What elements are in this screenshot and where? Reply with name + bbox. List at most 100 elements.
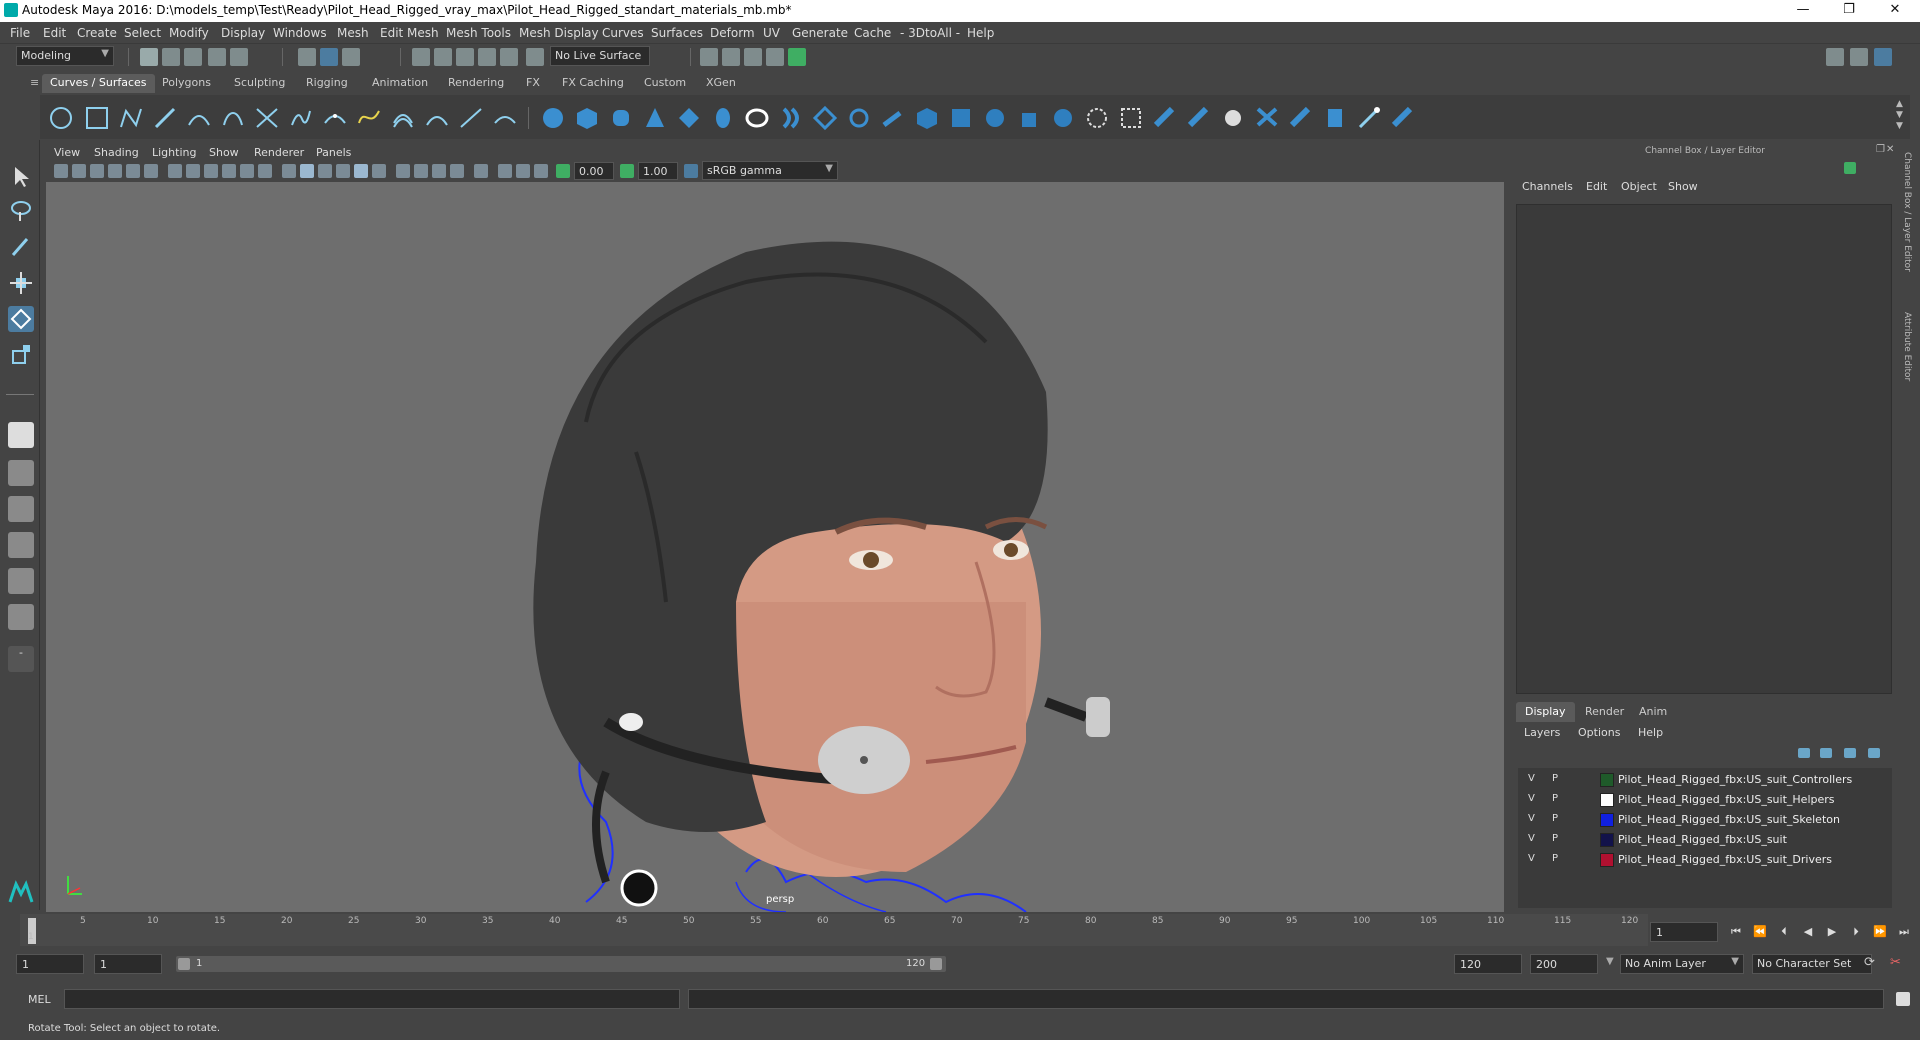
select-tool-icon[interactable] bbox=[8, 164, 34, 190]
range-end-handle[interactable] bbox=[930, 958, 942, 970]
view-transform-dropdown[interactable]: sRGB gamma ▼ bbox=[702, 161, 838, 180]
align-surfaces-icon[interactable] bbox=[1220, 105, 1246, 131]
trim-tool-icon[interactable] bbox=[1084, 105, 1110, 131]
gamma-field[interactable]: 1.00 bbox=[638, 162, 678, 180]
x-ray-icon[interactable] bbox=[498, 164, 512, 178]
step-back-frame-icon[interactable]: ⏪ bbox=[1752, 925, 1768, 939]
shelf-tab-sculpting[interactable]: Sculpting bbox=[226, 74, 293, 93]
film-gate-icon[interactable] bbox=[186, 164, 200, 178]
viewport-menu-renderer[interactable]: Renderer bbox=[254, 146, 304, 159]
render-settings-icon[interactable] bbox=[766, 48, 784, 66]
image-plane-icon[interactable] bbox=[108, 164, 122, 178]
wireframe-on-shaded-icon[interactable] bbox=[318, 164, 332, 178]
single-perspective-layout-icon[interactable] bbox=[8, 422, 34, 448]
untrim-icon[interactable] bbox=[1118, 105, 1144, 131]
loft-icon[interactable] bbox=[778, 105, 804, 131]
arc-tool-icon[interactable] bbox=[220, 105, 246, 131]
menu-windows[interactable]: Windows bbox=[273, 26, 327, 40]
shadows-icon[interactable] bbox=[396, 164, 410, 178]
textured-icon[interactable] bbox=[354, 164, 368, 178]
layer-color-swatch[interactable] bbox=[1600, 813, 1614, 827]
surface-editing-icon[interactable] bbox=[1390, 105, 1416, 131]
color-management-icon[interactable] bbox=[684, 164, 698, 178]
motion-blur-icon[interactable] bbox=[432, 164, 446, 178]
boundary-icon[interactable] bbox=[948, 105, 974, 131]
script-editor-icon[interactable] bbox=[1896, 992, 1910, 1006]
save-scene-icon[interactable] bbox=[184, 48, 202, 66]
menu-3dtoall[interactable]: - 3DtoAll - bbox=[900, 26, 960, 40]
isolate-select-icon[interactable] bbox=[474, 164, 488, 178]
character-set-dropdown[interactable]: No Character Set bbox=[1752, 954, 1872, 974]
outliner-persp-layout-icon[interactable] bbox=[8, 604, 34, 630]
cv-curve-icon[interactable] bbox=[118, 105, 144, 131]
x-ray-joints-icon[interactable] bbox=[534, 164, 548, 178]
live-surface-field[interactable]: No Live Surface bbox=[550, 46, 650, 66]
safe-action-icon[interactable] bbox=[258, 164, 272, 178]
toggle-attribute-editor-icon[interactable] bbox=[1850, 48, 1868, 66]
offset-curve-icon[interactable] bbox=[390, 105, 416, 131]
command-input[interactable] bbox=[64, 989, 680, 1009]
side-tab-channel-box[interactable]: Channel Box / Layer Editor bbox=[1902, 152, 1912, 272]
layer-playback-toggle[interactable]: P bbox=[1552, 813, 1558, 824]
menu-edit-mesh[interactable]: Edit Mesh bbox=[380, 26, 439, 40]
layer-color-swatch[interactable] bbox=[1600, 793, 1614, 807]
scale-tool-icon[interactable] bbox=[8, 342, 34, 368]
new-layer-selected-icon[interactable] bbox=[1868, 748, 1880, 758]
nurbs-cone-icon[interactable] bbox=[642, 105, 668, 131]
menu-select[interactable]: Select bbox=[124, 26, 161, 40]
object-menu[interactable]: Object bbox=[1621, 180, 1657, 193]
paint-select-tool-icon[interactable] bbox=[8, 234, 34, 260]
make-live-icon[interactable] bbox=[526, 48, 544, 66]
layer-color-swatch[interactable] bbox=[1600, 773, 1614, 787]
go-to-end-icon[interactable]: ⏭ bbox=[1896, 925, 1912, 939]
menu-generate[interactable]: Generate bbox=[792, 26, 848, 40]
move-layer-down-icon[interactable] bbox=[1820, 748, 1832, 758]
two-d-pan-zoom-icon[interactable] bbox=[126, 164, 140, 178]
float-panel-icon[interactable]: ❐ bbox=[1876, 144, 1885, 155]
move-layer-up-icon[interactable] bbox=[1798, 748, 1810, 758]
layer-visibility-toggle[interactable]: V bbox=[1528, 773, 1535, 784]
shelf-tab-polygons[interactable]: Polygons bbox=[154, 74, 219, 93]
close-panel-icon[interactable]: ✕ bbox=[1886, 144, 1894, 155]
birail-icon[interactable] bbox=[880, 105, 906, 131]
anim-preferences-icon[interactable]: ✂ bbox=[1890, 955, 1901, 970]
revolve-icon[interactable] bbox=[744, 105, 770, 131]
close-button[interactable]: ✕ bbox=[1872, 0, 1918, 22]
range-start-handle[interactable] bbox=[178, 958, 190, 970]
mode-dropdown[interactable]: Modeling ▼ bbox=[16, 46, 114, 66]
snap-surface-icon[interactable] bbox=[500, 48, 518, 66]
open-scene-icon[interactable] bbox=[162, 48, 180, 66]
menu-edit[interactable]: Edit bbox=[43, 26, 66, 40]
anti-aliasing-icon[interactable] bbox=[450, 164, 464, 178]
command-language-label[interactable]: MEL bbox=[28, 993, 51, 1006]
lasso-tool-icon[interactable] bbox=[8, 198, 34, 224]
playback-start-field[interactable]: 1 bbox=[94, 954, 162, 974]
help-menu[interactable]: Help bbox=[1638, 726, 1663, 739]
time-slider[interactable]: 1 5 10 15 20 25 30 35 40 45 50 55 60 65 … bbox=[20, 914, 1648, 946]
side-tab-attribute-editor[interactable]: Attribute Editor bbox=[1902, 312, 1912, 381]
bevel-plus-icon[interactable] bbox=[914, 105, 940, 131]
channel-box-key-icon[interactable] bbox=[1844, 162, 1856, 174]
layer-visibility-toggle[interactable]: V bbox=[1528, 813, 1535, 824]
detach-surfaces-icon[interactable] bbox=[1186, 105, 1212, 131]
menu-curves[interactable]: Curves bbox=[602, 26, 644, 40]
viewport-menu-panels[interactable]: Panels bbox=[316, 146, 351, 159]
menu-mesh-tools[interactable]: Mesh Tools bbox=[446, 26, 511, 40]
nurbs-torus-icon[interactable] bbox=[710, 105, 736, 131]
attach-curves-icon[interactable] bbox=[254, 105, 280, 131]
layer-row[interactable]: V P Pilot_Head_Rigged_fbx:US_suit_Contro… bbox=[1518, 770, 1892, 790]
nurbs-cube-icon[interactable] bbox=[574, 105, 600, 131]
toggle-modeling-toolkit-icon[interactable] bbox=[1826, 48, 1844, 66]
bookmarks-icon[interactable] bbox=[90, 164, 104, 178]
menu-mesh-display[interactable]: Mesh Display bbox=[519, 26, 599, 40]
minimize-button[interactable]: — bbox=[1780, 0, 1826, 22]
grease-pencil-icon[interactable] bbox=[144, 164, 158, 178]
step-back-key-icon[interactable]: ⏴ bbox=[1776, 925, 1792, 939]
sculpt-geometry-icon[interactable] bbox=[1356, 105, 1382, 131]
undo-icon[interactable] bbox=[208, 48, 226, 66]
four-view-layout-icon[interactable] bbox=[8, 460, 34, 486]
menu-cache[interactable]: Cache bbox=[854, 26, 891, 40]
layers-menu[interactable]: Layers bbox=[1524, 726, 1560, 739]
default-material-icon[interactable] bbox=[336, 164, 350, 178]
shelf-tab-animation[interactable]: Animation bbox=[364, 74, 436, 93]
